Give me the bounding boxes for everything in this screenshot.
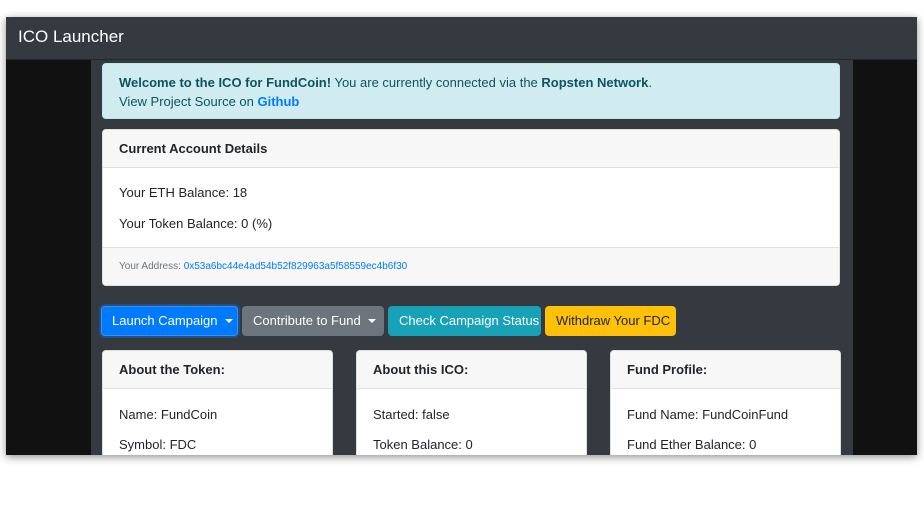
app-window: ICO Launcher Welcome to the ICO for Fund… [6, 17, 917, 455]
caret-down-icon [224, 318, 233, 323]
token-balance: Your Token Balance: 0 (%) [119, 216, 273, 231]
account-details-card: Current Account Details Your ETH Balance… [102, 129, 840, 286]
ico-started: Started: false [373, 407, 450, 422]
token-symbol: Symbol: FDC [119, 437, 197, 452]
check-campaign-status-label: Check Campaign Status [399, 313, 540, 328]
contribute-to-fund-button[interactable]: Contribute to Fund [242, 306, 384, 336]
connected-text: You are currently connected via the [331, 75, 542, 90]
network-name: Ropsten Network [541, 75, 649, 90]
address-label: Your Address: [119, 261, 184, 272]
withdraw-fdc-label: Withdraw Your FDC [556, 313, 671, 328]
welcome-alert: Welcome to the ICO for FundCoin! You are… [102, 63, 840, 119]
title-bar: ICO Launcher [6, 17, 917, 60]
github-link[interactable]: Github [258, 94, 300, 109]
period-text: . [648, 75, 652, 90]
address-footer: Your Address: 0x53a6bc44e4ad54b52f829963… [103, 247, 839, 285]
account-details-header: Current Account Details [103, 130, 839, 168]
account-address-link[interactable]: 0x53a6bc44e4ad54b52f829963a5f58559ec4b6f… [184, 261, 408, 272]
source-line: View Project Source on Github [119, 92, 823, 111]
main-content[interactable]: Welcome to the ICO for FundCoin! You are… [91, 60, 853, 455]
app-title: ICO Launcher [18, 27, 124, 46]
welcome-text: Welcome to the ICO for FundCoin! [119, 75, 332, 90]
ico-token-balance: Token Balance: 0 [373, 437, 473, 452]
about-token-header: About the Token: [103, 351, 332, 389]
caret-down-icon [367, 318, 376, 323]
launch-campaign-label: Launch Campaign [112, 313, 218, 328]
launch-campaign-button[interactable]: Launch Campaign [101, 306, 238, 336]
contribute-to-fund-label: Contribute to Fund [253, 313, 361, 328]
source-text: View Project Source on [119, 94, 258, 109]
fund-profile-header: Fund Profile: [611, 351, 840, 389]
fund-profile-card: Fund Profile: Fund Name: FundCoinFund Fu… [610, 350, 841, 455]
check-campaign-status-button[interactable]: Check Campaign Status [388, 306, 541, 336]
fund-name: Fund Name: FundCoinFund [627, 407, 789, 422]
about-ico-card: About this ICO: Started: false Token Bal… [356, 350, 587, 455]
eth-balance: Your ETH Balance: 18 [119, 185, 248, 200]
withdraw-fdc-button[interactable]: Withdraw Your FDC [545, 306, 676, 336]
fund-ether-balance: Fund Ether Balance: 0 [627, 437, 757, 452]
about-token-card: About the Token: Name: FundCoin Symbol: … [102, 350, 333, 455]
connection-line: Welcome to the ICO for FundCoin! You are… [119, 73, 823, 92]
token-name: Name: FundCoin [119, 407, 218, 422]
about-ico-header: About this ICO: [357, 351, 586, 389]
